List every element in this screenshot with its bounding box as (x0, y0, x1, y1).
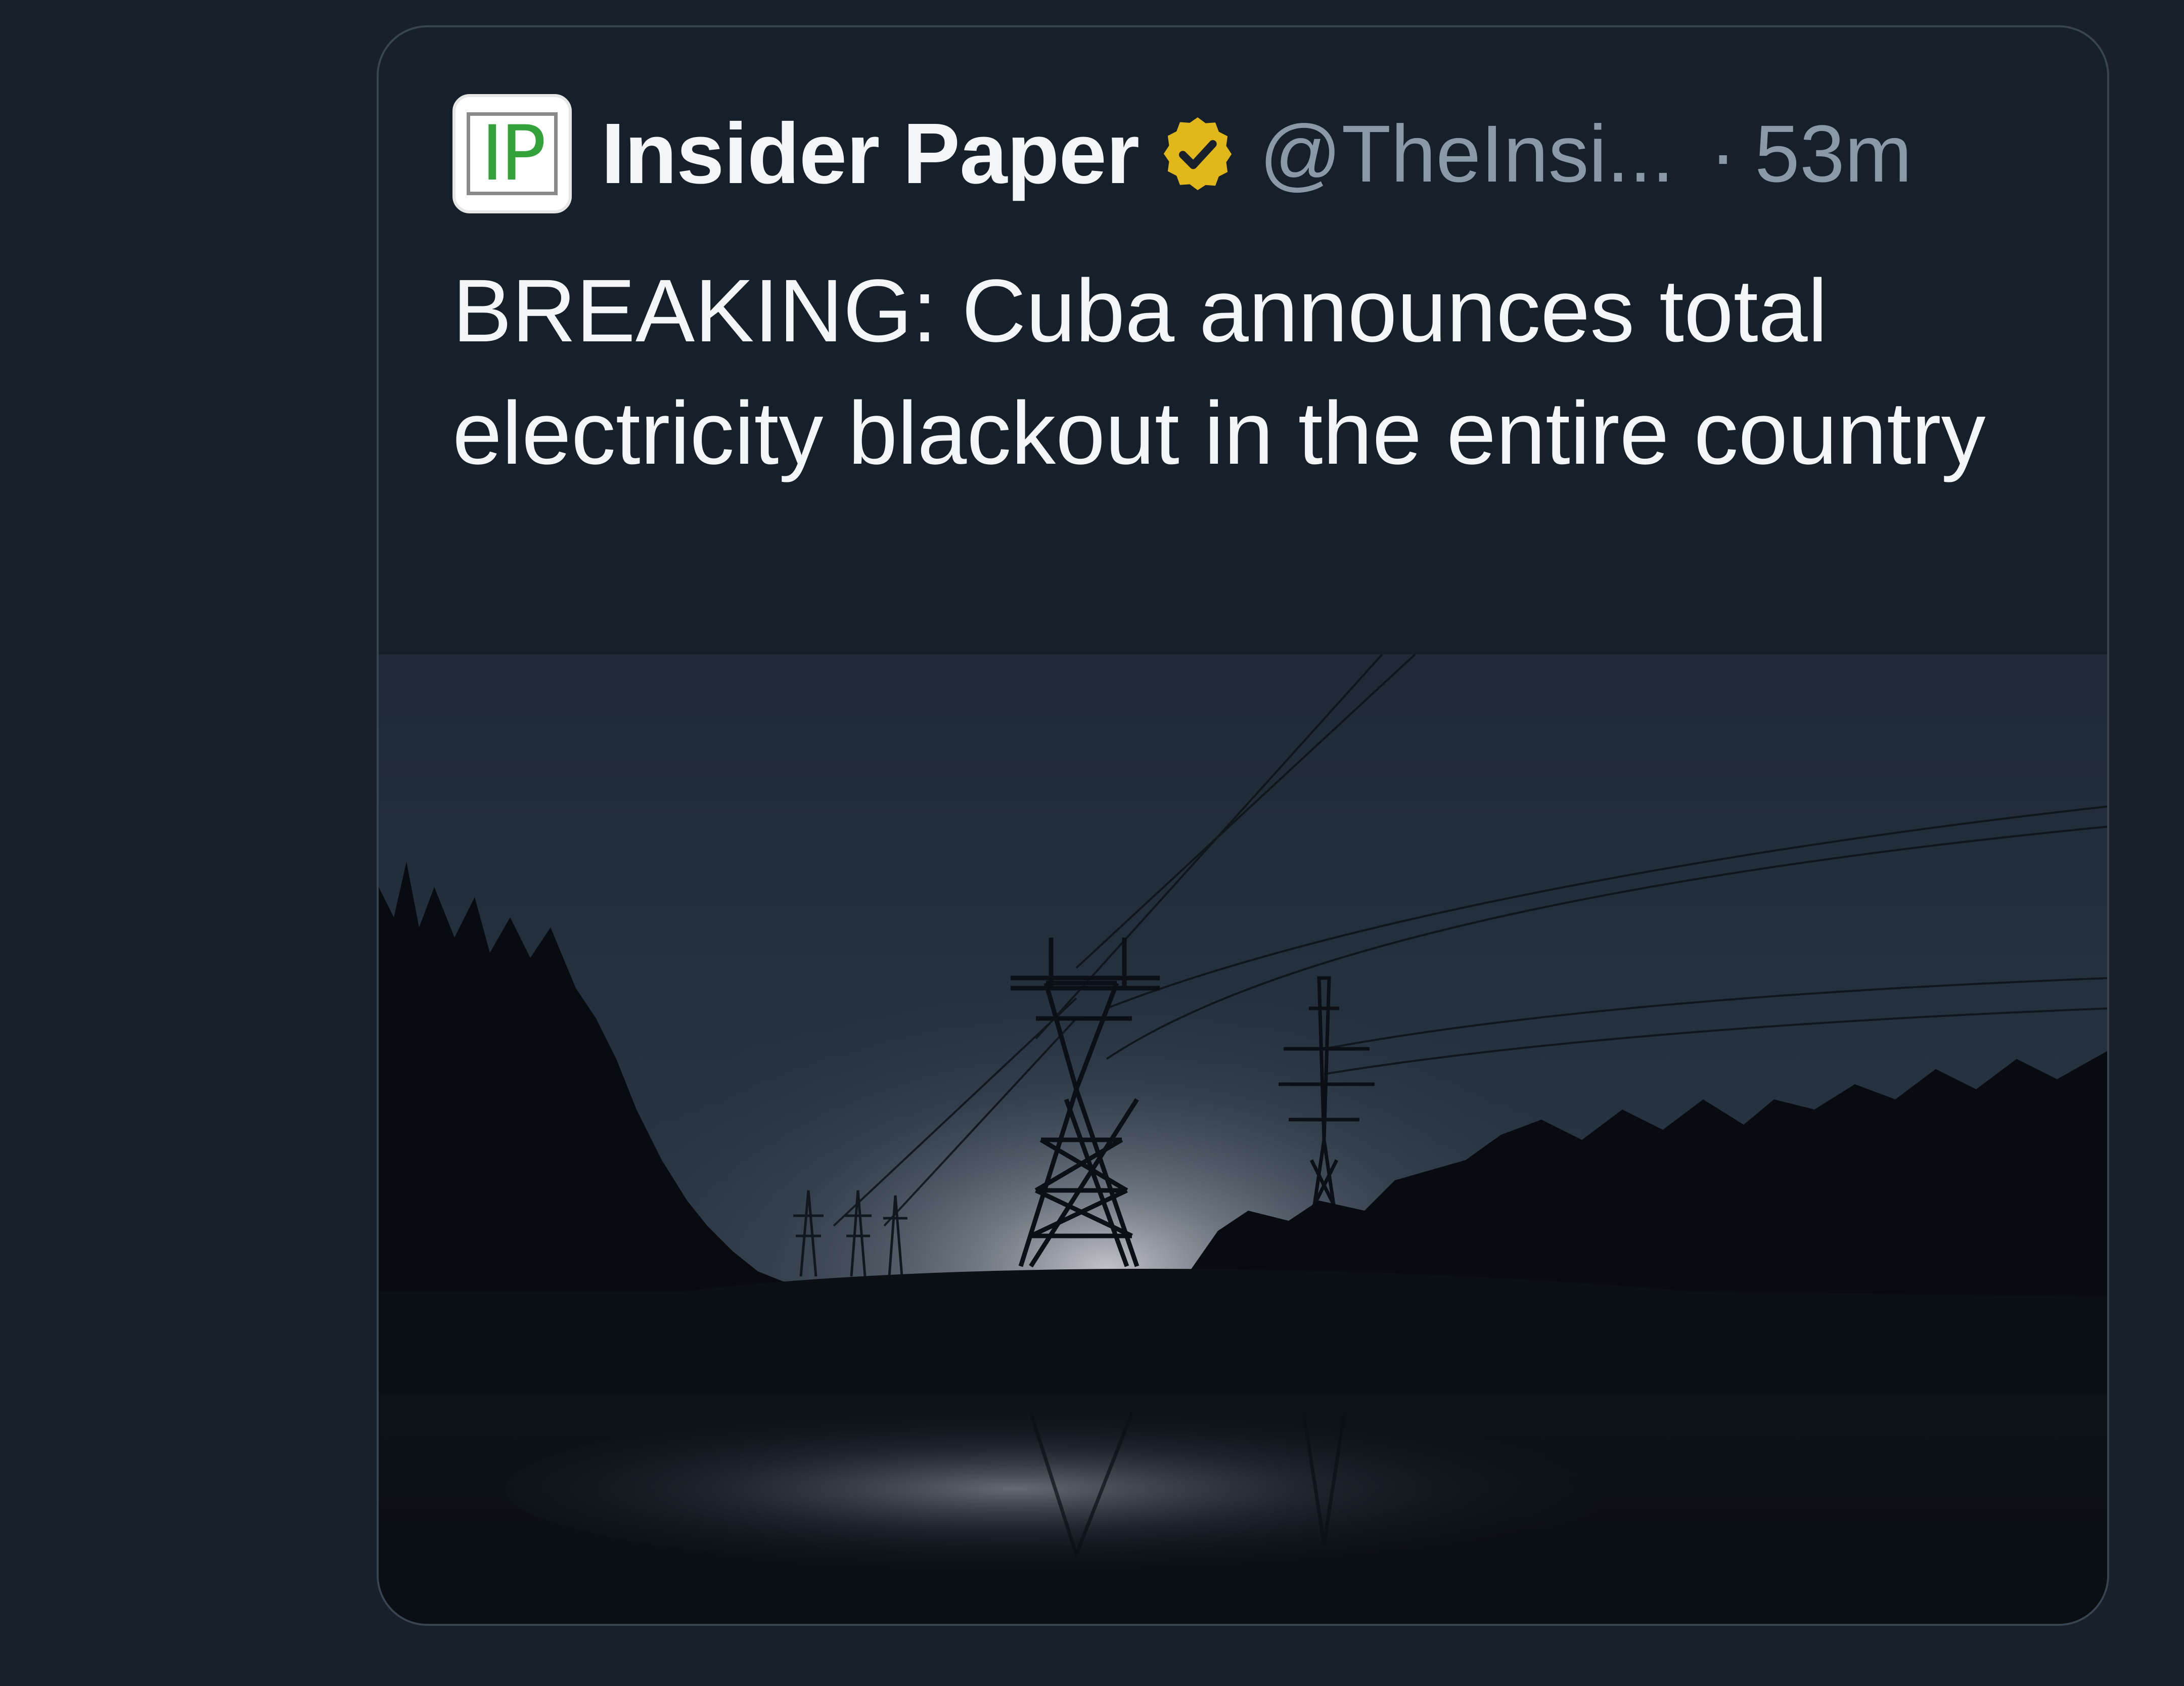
tweet-image[interactable] (379, 654, 2107, 1624)
post-time[interactable]: 53m (1755, 107, 1912, 200)
tweet-text: BREAKING: Cuba announces total electrici… (452, 261, 1986, 483)
verified-badge-icon (1163, 117, 1232, 190)
author-name[interactable]: Insider Paper (601, 104, 1140, 203)
author-handle[interactable]: @TheInsi... (1259, 107, 1674, 200)
avatar[interactable]: IP (452, 94, 572, 213)
power-lines-night-photo (379, 654, 2107, 1624)
quoted-tweet-card[interactable]: IP Insider Paper @TheInsi... · 53m BREAK… (377, 25, 2109, 1626)
avatar-logo: IP (467, 112, 558, 195)
separator-dot: · (1709, 108, 1737, 199)
tweet-header: IP Insider Paper @TheInsi... · 53m (452, 91, 1912, 217)
